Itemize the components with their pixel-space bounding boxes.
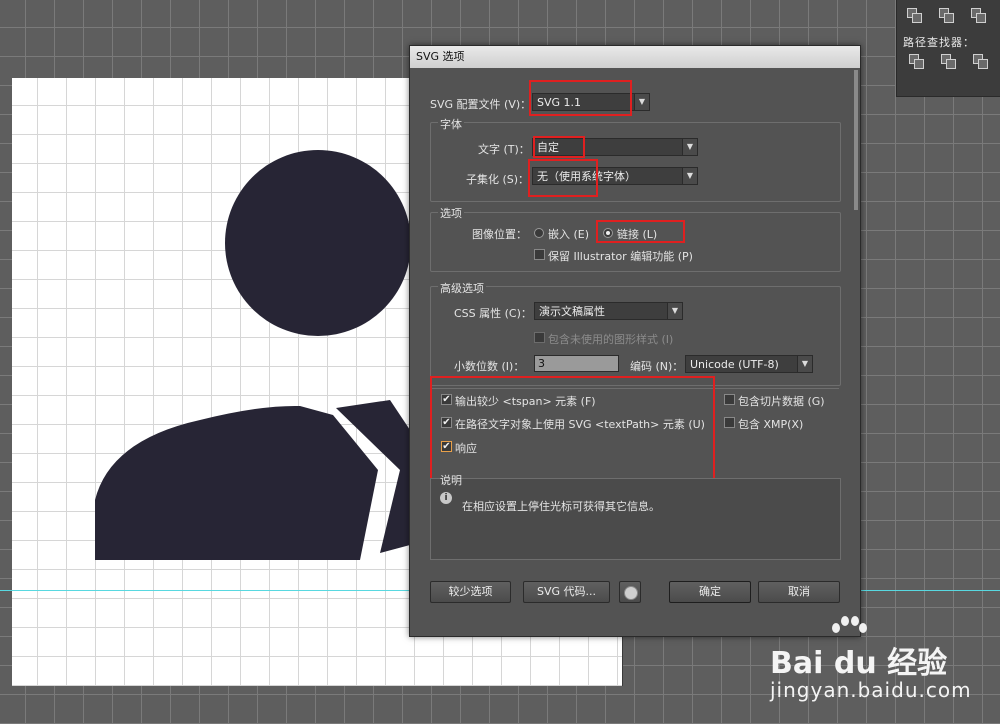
highlight-box-profile (529, 80, 632, 116)
options-group-title: 选项 (438, 205, 464, 221)
pathfinder-panel: 路径查找器： (896, 0, 1000, 97)
encoding-value: Unicode (UTF-8) (690, 358, 779, 371)
chevron-down-icon: ▼ (667, 303, 682, 319)
xmp-checkbox[interactable] (724, 417, 735, 428)
decimal-input[interactable]: 3 (534, 355, 619, 372)
highlight-box-type (533, 136, 585, 158)
info-icon: i (440, 492, 452, 504)
body-left-shape (95, 405, 378, 560)
slice-checkbox[interactable] (724, 394, 735, 405)
divide-icon[interactable] (907, 8, 922, 23)
unused-styles-label: 包含未使用的图形样式 (I) (548, 333, 674, 346)
scrollbar[interactable] (854, 70, 858, 210)
image-location-label: 图像位置： (472, 228, 527, 241)
chevron-down-icon: ▼ (634, 94, 649, 110)
preserve-label: 保留 Illustrator 编辑功能 (P) (548, 250, 693, 263)
chevron-down-icon: ▼ (682, 139, 697, 155)
globe-icon (624, 586, 638, 600)
type-label: 文字 (T)： (478, 143, 530, 156)
subset-label: 子集化 (S)： (466, 173, 530, 186)
head-shape (225, 150, 411, 336)
css-value: 演示文稿属性 (539, 305, 605, 318)
description-text: 在相应设置上停住光标可获得其它信息。 (462, 500, 660, 513)
profile-label: SVG 配置文件 (V)： (430, 98, 532, 111)
ok-button[interactable]: 确定 (669, 581, 751, 603)
chevron-down-icon: ▼ (682, 168, 697, 184)
highlight-box-advanced (430, 376, 715, 486)
unite-icon[interactable] (909, 54, 924, 69)
css-label: CSS 属性 (C)： (454, 307, 532, 320)
css-select[interactable]: 演示文稿属性 ▼ (534, 302, 683, 320)
encoding-label: 编码 (N)： (630, 360, 684, 373)
xmp-label: 包含 XMP(X) (738, 418, 804, 431)
intersect-icon[interactable] (973, 54, 988, 69)
fewer-options-button[interactable]: 较少选项 (430, 581, 511, 603)
svg-options-dialog: SVG 选项 SVG 配置文件 (V)： SVG 1.1 ▼ 字体 文字 (T)… (409, 45, 861, 637)
cancel-button[interactable]: 取消 (758, 581, 840, 603)
web-preview-button[interactable] (619, 581, 641, 603)
highlight-box-subset (528, 159, 598, 197)
svg-code-button[interactable]: SVG 代码... (523, 581, 610, 603)
baidu-watermark: Bai du 经验 jingyan.baidu.com (770, 612, 990, 722)
minus-front-icon[interactable] (941, 54, 956, 69)
description-title: 说明 (440, 474, 462, 487)
font-group-title: 字体 (438, 116, 464, 132)
chevron-down-icon: ▼ (797, 356, 812, 372)
pathfinder-title: 路径查找器： (903, 36, 975, 49)
advanced-group-title: 高级选项 (438, 280, 486, 296)
preserve-checkbox[interactable] (534, 249, 545, 260)
dialog-title: SVG 选项 (410, 46, 860, 68)
slice-label: 包含切片数据 (G) (738, 395, 825, 408)
embed-radio[interactable] (534, 228, 544, 238)
encoding-select[interactable]: Unicode (UTF-8) ▼ (685, 355, 813, 373)
trim-icon[interactable] (939, 8, 954, 23)
watermark-url: jingyan.baidu.com (770, 678, 972, 702)
decimal-label: 小数位数 (I)： (454, 360, 525, 373)
description-box (430, 478, 841, 560)
watermark-logo: Bai du 经验 (770, 646, 948, 681)
embed-label: 嵌入 (E) (548, 228, 590, 241)
unused-styles-checkbox[interactable] (534, 332, 545, 343)
merge-icon[interactable] (971, 8, 986, 23)
highlight-box-link (596, 220, 685, 243)
font-group (430, 122, 841, 202)
